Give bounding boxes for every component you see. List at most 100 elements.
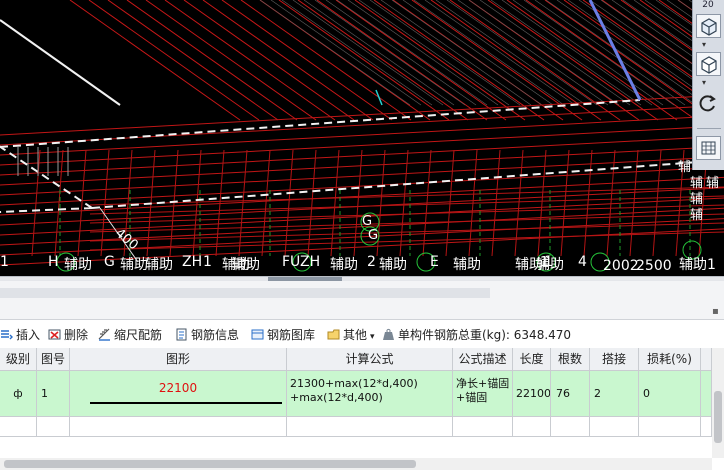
column-header-formula[interactable]: 计算公式 xyxy=(287,348,453,371)
grid-diagonal-line xyxy=(303,0,455,106)
empty-cell[interactable] xyxy=(37,417,70,437)
column-header-grade[interactable]: 级别 xyxy=(0,348,37,371)
rebar-vertical-line xyxy=(514,149,524,257)
empty-cell[interactable] xyxy=(551,417,590,437)
rebar-diagonal-line xyxy=(183,0,355,121)
axis-label: 辅助 xyxy=(330,257,358,273)
rebar-vertical-line xyxy=(583,149,593,257)
empty-cell[interactable] xyxy=(287,417,453,437)
axis-label: 辅助1 xyxy=(679,257,716,273)
cell-grade[interactable]: ф xyxy=(0,371,37,417)
cell-length[interactable]: 22100 xyxy=(513,371,551,417)
vertical-scrollbar[interactable] xyxy=(712,348,724,458)
grid-diagonal-line xyxy=(490,0,642,106)
desc-line-1: 净长+锚固 xyxy=(456,377,510,390)
pin-icon[interactable]: ▪ xyxy=(712,306,719,317)
rebar-horizontal-line xyxy=(0,176,724,216)
cube-icon[interactable] xyxy=(696,52,721,76)
grid-diagonal-line xyxy=(402,0,554,106)
rotate-icon[interactable] xyxy=(696,92,721,116)
grid-diagonal-line xyxy=(556,0,708,106)
cell-figure-no[interactable]: 1 xyxy=(37,371,70,417)
insert-button[interactable]: 插入 xyxy=(0,327,40,343)
ring-label: 1 xyxy=(540,255,549,270)
horizontal-scroll-thumb[interactable] xyxy=(4,460,416,468)
grid-diagonal-line xyxy=(270,0,422,106)
rebar-vertical-line xyxy=(54,149,64,257)
right-axis-label: 辅 xyxy=(690,208,704,223)
axis-label: 2 xyxy=(367,254,376,270)
grid-diagonal-line xyxy=(259,0,411,106)
axis-label: G xyxy=(104,254,115,270)
rebar-diagonal-line xyxy=(69,0,241,121)
column-header-length[interactable]: 长度 xyxy=(513,348,551,371)
cell-loss[interactable]: 0 xyxy=(639,371,701,417)
panel-header xyxy=(0,281,724,320)
grid-diagonal-line xyxy=(369,0,521,106)
delete-icon xyxy=(48,328,61,341)
chevron-down-icon[interactable]: ▾ xyxy=(702,40,706,49)
insert-icon xyxy=(0,328,13,341)
rebar-info-button[interactable]: 钢筋信息 xyxy=(175,327,239,343)
rebar-vertical-line xyxy=(261,149,271,257)
zoom-label: 20 xyxy=(702,0,714,10)
column-header-shape[interactable]: 图形 xyxy=(70,348,287,371)
rebar-info-icon xyxy=(175,328,188,341)
axis-label: 2500 xyxy=(636,258,672,274)
rebar-vertical-line xyxy=(399,149,409,257)
empty-cell[interactable] xyxy=(70,417,287,437)
grid-icon[interactable] xyxy=(696,136,721,160)
cell-lap[interactable]: 2 xyxy=(590,371,639,417)
rebar-diagonal-line xyxy=(411,0,583,121)
axis-label: ZH xyxy=(182,254,203,270)
delete-button[interactable]: 删除 xyxy=(48,327,88,343)
empty-cell[interactable] xyxy=(590,417,639,437)
rebar-plan-drawing[interactable] xyxy=(0,0,724,276)
ring-label: G xyxy=(368,228,379,243)
cad-viewport[interactable]: 1 H 辅助 G 辅助 辅助 ZH 辅助 1 辅助 FUZH 辅助 2 辅助 E… xyxy=(0,0,724,276)
rebar-library-icon xyxy=(251,328,264,341)
rebar-diagonal-line xyxy=(487,0,659,121)
axis-label: E xyxy=(430,254,439,270)
axis-label: 1 xyxy=(203,254,212,270)
axis-label: 2002 xyxy=(603,258,639,274)
cell-count[interactable]: 76 xyxy=(551,371,590,417)
empty-cell[interactable] xyxy=(453,417,513,437)
rebar-vertical-line xyxy=(307,149,317,257)
column-header-loss[interactable]: 损耗(%) xyxy=(639,348,701,371)
column-header-formula-desc[interactable]: 公式描述 xyxy=(453,348,513,371)
chevron-down-icon[interactable]: ▾ xyxy=(702,78,706,87)
column-header-count[interactable]: 根数 xyxy=(551,348,590,371)
scale-rebar-button[interactable]: 缩尺配筋 xyxy=(98,327,162,343)
panel-tab-strip xyxy=(0,288,490,298)
empty-cell[interactable] xyxy=(0,417,37,437)
cell-filler xyxy=(701,371,712,417)
rebar-vertical-line xyxy=(330,149,340,257)
rebar-diagonal-line xyxy=(335,0,507,121)
rebar-info-label: 钢筋信息 xyxy=(191,328,240,342)
rebar-vertical-line xyxy=(537,149,547,257)
grid-diagonal-line xyxy=(314,0,466,106)
rebar-horizontal-line xyxy=(89,204,724,224)
empty-cell[interactable] xyxy=(513,417,551,437)
grid-diagonal-line xyxy=(281,0,433,106)
cell-formula-desc[interactable]: 净长+锚固 +锚固 xyxy=(453,371,513,417)
axis-label: 辅助 xyxy=(379,257,407,273)
view-cube-icon[interactable] xyxy=(696,14,721,38)
column-header-figure-no[interactable]: 图号 xyxy=(37,348,70,371)
rebar-library-button[interactable]: 钢筋图库 xyxy=(251,327,315,343)
cell-formula[interactable]: 21300+max(12*d,400) +max(12*d,400) xyxy=(287,371,453,417)
rebar-diagonal-line xyxy=(145,0,317,121)
other-label: 其他 xyxy=(343,328,368,342)
column-header-lap[interactable]: 搭接 xyxy=(590,348,639,371)
empty-cell[interactable] xyxy=(639,417,701,437)
other-menu-button[interactable]: 其他 ▾ xyxy=(327,327,375,343)
desc-line-2: +锚固 xyxy=(456,391,488,404)
vertical-scroll-thumb[interactable] xyxy=(714,391,722,443)
grid-diagonal-line xyxy=(413,0,565,106)
horizontal-scrollbar[interactable] xyxy=(0,458,712,470)
rebar-diagonal-line xyxy=(373,0,545,121)
empty-cell xyxy=(701,417,712,437)
total-weight-display: 单构件钢筋总重(kg): 6348.470 xyxy=(382,327,571,343)
cell-shape[interactable]: 22100 xyxy=(70,371,287,417)
